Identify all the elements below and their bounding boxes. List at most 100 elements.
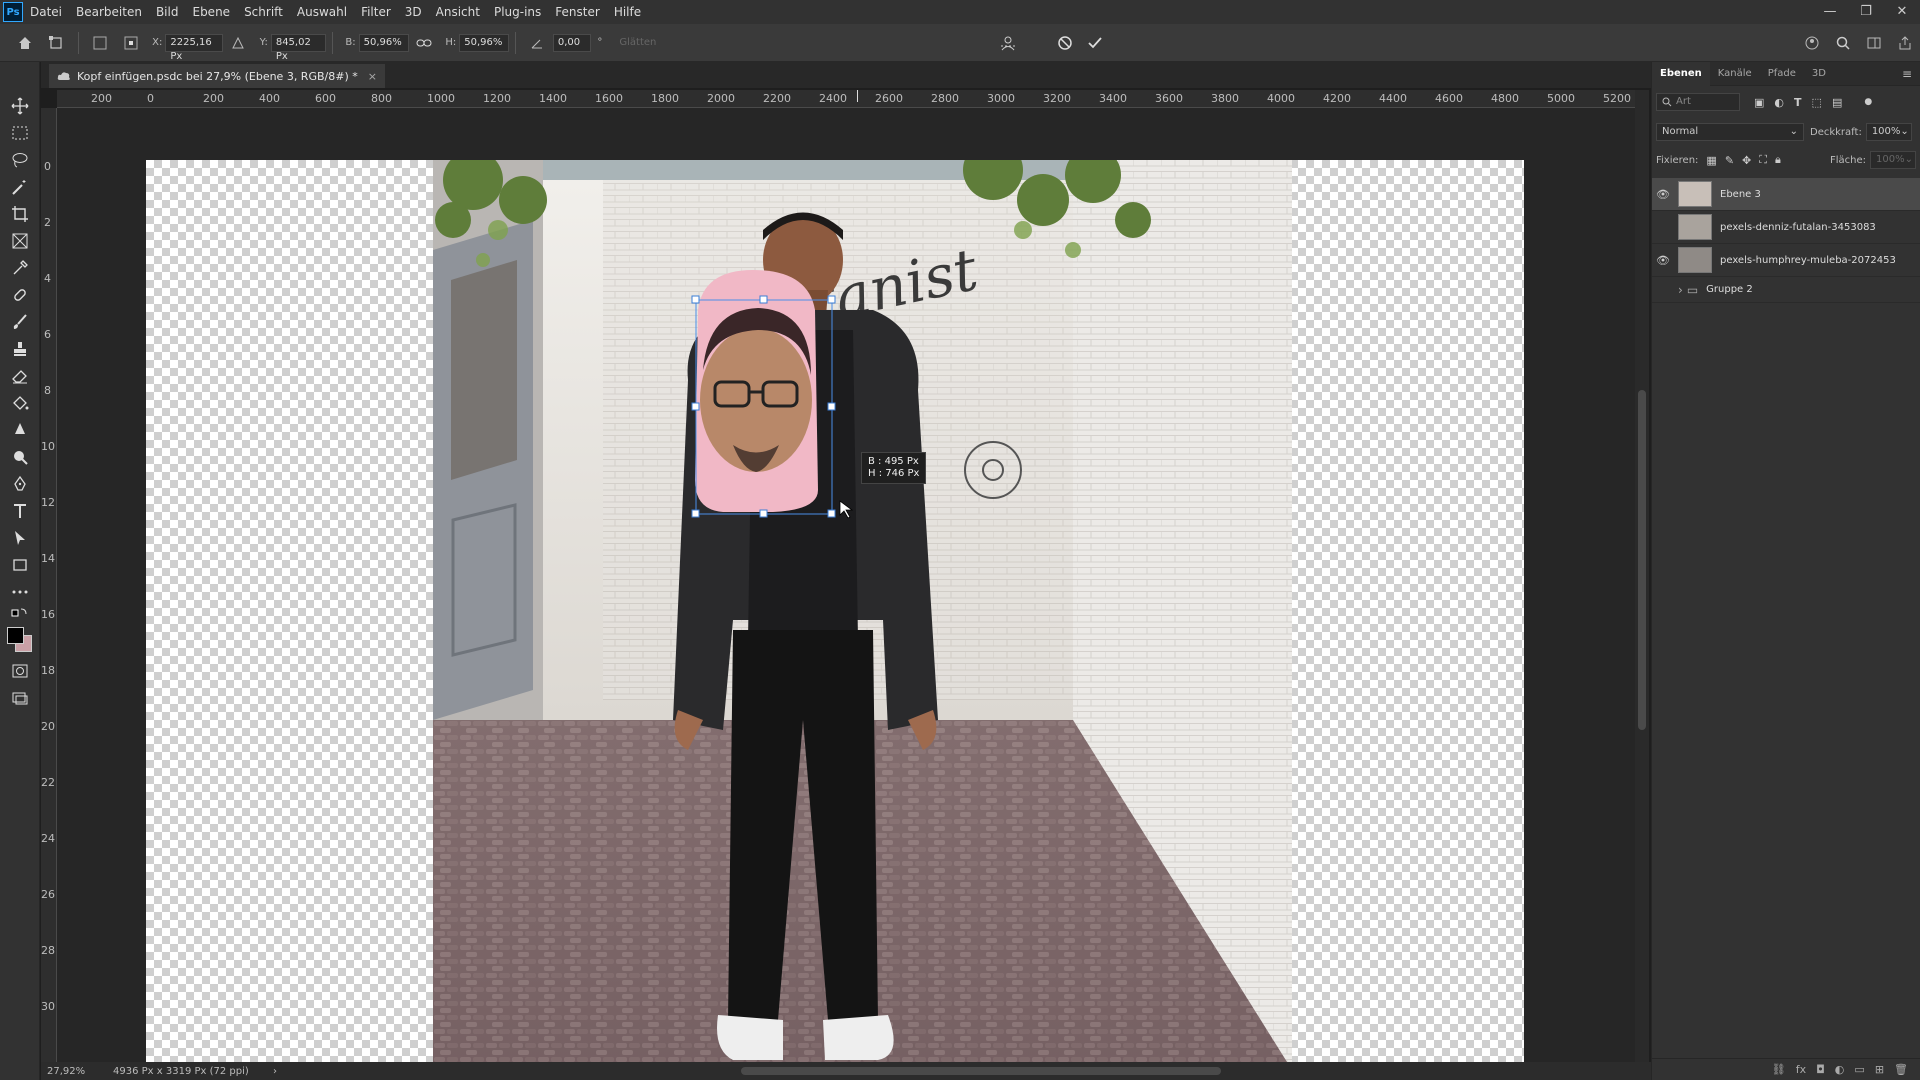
learn-icon[interactable] [1801, 31, 1824, 55]
x-position-field[interactable]: 2225,16 Px [165, 33, 223, 62]
color-swatches[interactable] [0, 623, 39, 657]
search-icon[interactable] [1832, 31, 1855, 55]
filter-type-icon[interactable]: T [1794, 96, 1802, 109]
layer-row[interactable]: pexels-denniz-futalan-3453083 [1652, 211, 1920, 244]
healing-brush-tool-icon[interactable] [0, 281, 40, 308]
layer-name[interactable]: pexels-denniz-futalan-3453083 [1720, 222, 1876, 233]
menu-bild[interactable]: Bild [149, 0, 186, 24]
tab-ebenen[interactable]: Ebenen [1652, 61, 1710, 86]
layer-name[interactable]: pexels-humphrey-muleba-2072453 [1720, 255, 1896, 266]
document-canvas[interactable]: otanist B: 495 Px H: 746 Px [146, 160, 1524, 1070]
lasso-tool-icon[interactable] [0, 146, 40, 173]
clone-stamp-tool-icon[interactable] [0, 335, 40, 362]
paint-bucket-tool-icon[interactable] [0, 389, 40, 416]
tab-pfade[interactable]: Pfade [1760, 62, 1804, 86]
layer-name[interactable]: Gruppe 2 [1706, 284, 1753, 295]
crop-tool-icon[interactable] [0, 200, 40, 227]
zoom-level[interactable]: 27,92% [47, 1066, 107, 1077]
menu-ansicht[interactable]: Ansicht [429, 0, 487, 24]
blur-tool-icon[interactable] [0, 416, 40, 443]
reference-point-grid-icon[interactable] [119, 31, 142, 55]
filter-adjustment-icon[interactable]: ◐ [1774, 96, 1784, 109]
rotation-angle-field[interactable]: 0,00 [552, 33, 592, 52]
fill-field[interactable]: 100% ⌄ [1870, 151, 1916, 169]
share-icon[interactable] [1893, 31, 1916, 55]
screen-mode-icon[interactable] [0, 684, 40, 711]
type-tool-icon[interactable] [0, 497, 40, 524]
swap-colors-icon[interactable] [0, 605, 40, 623]
home-icon[interactable] [14, 31, 37, 55]
marquee-tool-icon[interactable] [0, 119, 40, 146]
close-tab-icon[interactable]: × [368, 70, 377, 83]
menu-schrift[interactable]: Schrift [237, 0, 290, 24]
scrollbar-thumb[interactable] [1638, 390, 1646, 730]
opacity-field[interactable]: 100% ⌄ [1865, 123, 1912, 141]
width-percent-field[interactable]: 50,96% [358, 33, 409, 52]
visibility-eye-icon[interactable]: 👁︎ [1652, 254, 1674, 267]
layer-row[interactable]: 👁︎ pexels-humphrey-muleba-2072453 [1652, 244, 1920, 277]
filter-pixel-icon[interactable]: ▣ [1754, 96, 1764, 109]
menu-bearbeiten[interactable]: Bearbeiten [69, 0, 149, 24]
menu-plugins[interactable]: Plug-ins [487, 0, 548, 24]
cancel-transform-icon[interactable] [1053, 31, 1076, 55]
canvas-workspace[interactable]: otanist B: 495 Px H: 746 Px [57, 108, 1635, 1070]
quick-mask-icon[interactable] [0, 657, 40, 684]
more-tools-icon[interactable] [0, 578, 40, 605]
delete-layer-icon[interactable]: 🗑︎ [1894, 1063, 1908, 1076]
shape-tool-icon[interactable] [0, 551, 40, 578]
menu-ebene[interactable]: Ebene [185, 0, 237, 24]
filter-toggle-icon[interactable]: ● [1864, 97, 1872, 107]
vertical-scrollbar[interactable] [1635, 90, 1649, 1062]
layer-filter-kind[interactable]: Art [1656, 93, 1740, 111]
magic-wand-tool-icon[interactable] [0, 173, 40, 200]
add-mask-icon[interactable]: ◘ [1816, 1063, 1825, 1076]
tab-kanaele[interactable]: Kanäle [1710, 62, 1760, 86]
document-tab[interactable]: Kopf einfügen.psdc bei 27,9% (Ebene 3, R… [49, 64, 385, 88]
menu-3d[interactable]: 3D [398, 0, 429, 24]
layer-group-row[interactable]: › ▭ Gruppe 2 [1652, 277, 1920, 303]
menu-filter[interactable]: Filter [354, 0, 398, 24]
lock-pixels-icon[interactable]: ✎ [1725, 154, 1734, 167]
menu-datei[interactable]: Datei [23, 0, 69, 24]
brush-tool-icon[interactable] [0, 308, 40, 335]
link-layers-icon[interactable]: ⛓︎ [1772, 1063, 1786, 1076]
reference-point-toggle-icon[interactable] [89, 31, 112, 55]
filter-smartobject-icon[interactable]: ▤ [1832, 96, 1842, 109]
foreground-color-swatch[interactable] [7, 627, 24, 644]
path-selection-tool-icon[interactable] [0, 524, 40, 551]
chevron-right-icon[interactable]: › [1678, 283, 1683, 297]
commit-transform-icon[interactable] [1084, 31, 1107, 55]
eraser-tool-icon[interactable] [0, 362, 40, 389]
move-tool-icon[interactable] [0, 92, 40, 119]
workspace-icon[interactable] [1862, 31, 1885, 55]
menu-hilfe[interactable]: Hilfe [607, 0, 648, 24]
tab-3d[interactable]: 3D [1804, 62, 1834, 86]
pen-tool-icon[interactable] [0, 470, 40, 497]
transform-tool-icon[interactable] [45, 31, 68, 55]
lock-artboard-icon[interactable]: ⛶ [1759, 153, 1767, 167]
minimize-icon[interactable]: — [1812, 0, 1848, 24]
lock-transparency-icon[interactable]: ▦ [1706, 154, 1716, 167]
layer-row[interactable]: 👁︎ Ebene 3 [1652, 178, 1920, 211]
lock-position-icon[interactable]: ✥ [1742, 154, 1751, 167]
warp-mode-icon[interactable] [996, 31, 1019, 55]
new-layer-icon[interactable]: ⊞ [1875, 1063, 1884, 1076]
new-group-icon[interactable]: ▭ [1854, 1063, 1864, 1076]
layer-name[interactable]: Ebene 3 [1720, 189, 1761, 200]
scrollbar-thumb[interactable] [741, 1067, 1221, 1075]
height-percent-field[interactable]: 50,96% [459, 33, 510, 52]
menu-auswahl[interactable]: Auswahl [290, 0, 354, 24]
relative-position-icon[interactable] [227, 31, 250, 55]
horizontal-scrollbar[interactable] [241, 1066, 1611, 1076]
restore-icon[interactable]: ❐ [1848, 0, 1884, 24]
panel-menu-icon[interactable]: ≡ [1902, 67, 1912, 81]
menu-fenster[interactable]: Fenster [548, 0, 607, 24]
frame-tool-icon[interactable] [0, 227, 40, 254]
filter-shape-icon[interactable]: ⬚ [1812, 96, 1822, 109]
visibility-eye-icon[interactable]: 👁︎ [1652, 188, 1674, 201]
dodge-tool-icon[interactable] [0, 443, 40, 470]
blend-mode-select[interactable]: Normal ⌄ [1656, 123, 1804, 141]
eyedropper-tool-icon[interactable] [0, 254, 40, 281]
layer-style-icon[interactable]: fx [1796, 1063, 1806, 1076]
link-icon[interactable] [413, 31, 436, 55]
